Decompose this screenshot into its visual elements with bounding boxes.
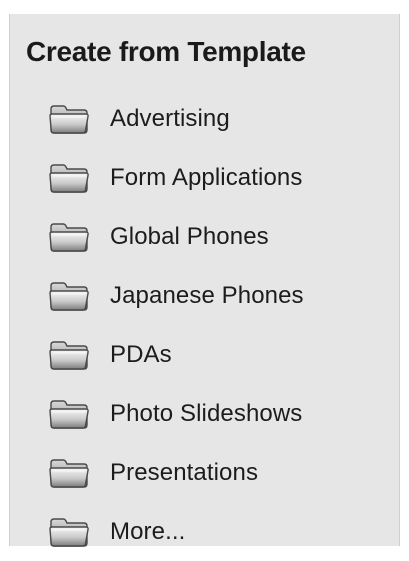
template-item-form-applications[interactable]: Form Applications — [48, 148, 304, 207]
template-item-label: Advertising — [110, 104, 230, 132]
template-item-photo-slideshows[interactable]: Photo Slideshows — [48, 384, 304, 443]
template-item-pdas[interactable]: PDAs — [48, 325, 304, 384]
template-item-label: More... — [110, 517, 186, 545]
template-category-list: Advertising Form Applications Global Pho… — [48, 89, 304, 561]
folder-icon — [48, 339, 90, 371]
folder-icon — [48, 516, 90, 548]
template-item-label: Japanese Phones — [110, 281, 304, 309]
folder-icon — [48, 103, 90, 135]
template-item-presentations[interactable]: Presentations — [48, 443, 304, 502]
panel-title: Create from Template — [26, 36, 306, 67]
template-item-global-phones[interactable]: Global Phones — [48, 207, 304, 266]
folder-icon — [48, 162, 90, 194]
template-item-label: Form Applications — [110, 163, 303, 191]
folder-icon — [48, 398, 90, 430]
template-item-label: PDAs — [110, 340, 172, 368]
template-item-advertising[interactable]: Advertising — [48, 89, 304, 148]
folder-icon — [48, 280, 90, 312]
template-item-japanese-phones[interactable]: Japanese Phones — [48, 266, 304, 325]
template-item-label: Global Phones — [110, 222, 269, 250]
template-item-label: Presentations — [110, 458, 259, 486]
create-from-template-panel: Create from Template Advertising Form Ap… — [9, 14, 400, 547]
template-item-more[interactable]: More... — [48, 502, 304, 561]
folder-icon — [48, 457, 90, 489]
template-item-label: Photo Slideshows — [110, 399, 303, 427]
folder-icon — [48, 221, 90, 253]
